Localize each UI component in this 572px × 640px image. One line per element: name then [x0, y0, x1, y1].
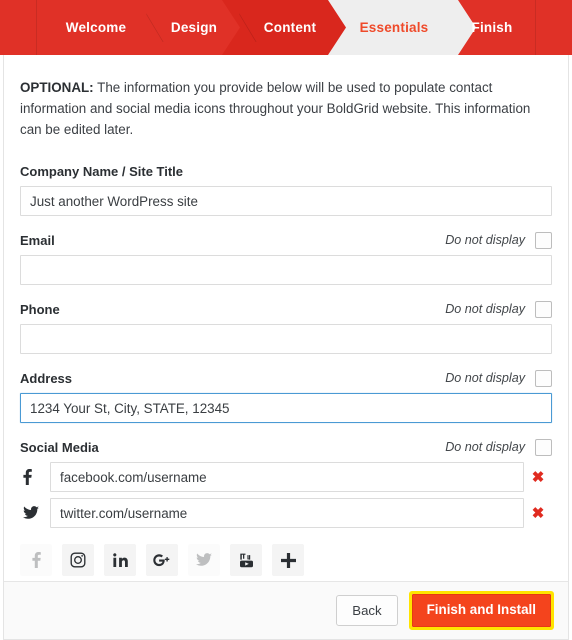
phone-label-row: Phone Do not display — [20, 300, 552, 318]
email-input[interactable] — [20, 255, 552, 285]
step-label-finish: Finish — [471, 20, 513, 35]
field-phone: Phone Do not display — [20, 300, 552, 354]
social-donot-display-checkbox[interactable] — [535, 438, 552, 456]
remove-twitter-button[interactable]: ✖ — [524, 506, 552, 521]
boldgrid-setup-wizard: Welcome Design Content Essentials Finish… — [0, 0, 572, 640]
address-donot-display-group: Do not display — [445, 369, 552, 387]
step-label-design: Design — [170, 20, 218, 35]
intro-text: The information you provide below will b… — [20, 80, 531, 137]
field-social-media: Social Media Do not display ✖ — [20, 438, 552, 576]
field-company: Company Name / Site Title — [20, 162, 552, 216]
picker-facebook-icon[interactable] — [20, 544, 52, 576]
finish-button-highlight-ring: Finish and Install — [408, 591, 554, 630]
picker-googleplus-icon[interactable] — [146, 544, 178, 576]
email-donot-display-checkbox[interactable] — [535, 231, 552, 249]
step-label-content: Content — [263, 20, 317, 35]
company-input[interactable] — [20, 186, 552, 216]
facebook-icon — [20, 469, 50, 485]
wizard-step-bar: Welcome Design Content Essentials Finish — [0, 0, 572, 55]
step-tab-welcome[interactable]: Welcome — [44, 0, 148, 55]
address-input[interactable] — [20, 393, 552, 423]
facebook-url-input[interactable] — [50, 462, 524, 492]
essentials-form-card: OPTIONAL: The information you provide be… — [3, 55, 569, 640]
picker-plus-icon[interactable] — [272, 544, 304, 576]
wizard-footer: Back Finish and Install — [4, 581, 568, 639]
email-label: Email — [20, 232, 55, 248]
phone-donot-display-group: Do not display — [445, 300, 552, 318]
picker-youtube-icon[interactable] — [230, 544, 262, 576]
social-donot-display-group: Do not display — [445, 438, 552, 456]
form-body: OPTIONAL: The information you provide be… — [4, 55, 568, 576]
picker-twitter-icon[interactable] — [188, 544, 220, 576]
phone-donot-display-label: Do not display — [445, 302, 525, 316]
intro-paragraph: OPTIONAL: The information you provide be… — [20, 77, 552, 140]
social-media-label: Social Media — [20, 439, 99, 455]
email-label-row: Email Do not display — [20, 231, 552, 249]
phone-label: Phone — [20, 301, 60, 317]
picker-instagram-icon[interactable] — [62, 544, 94, 576]
email-donot-display-group: Do not display — [445, 231, 552, 249]
step-tab-design[interactable]: Design — [148, 0, 240, 55]
finish-and-install-button[interactable]: Finish and Install — [411, 594, 551, 627]
company-label: Company Name / Site Title — [20, 163, 184, 179]
phone-input[interactable] — [20, 324, 552, 354]
social-row-twitter: ✖ — [20, 498, 552, 528]
step-label-essentials: Essentials — [359, 20, 429, 35]
field-address: Address Do not display — [20, 369, 552, 423]
twitter-url-input[interactable] — [50, 498, 524, 528]
intro-lead: OPTIONAL: — [20, 80, 94, 95]
stepbar-left-divider — [36, 0, 37, 55]
address-donot-display-checkbox[interactable] — [535, 369, 552, 387]
picker-linkedin-icon[interactable] — [104, 544, 136, 576]
twitter-icon — [20, 506, 50, 520]
address-label-row: Address Do not display — [20, 369, 552, 387]
phone-donot-display-checkbox[interactable] — [535, 300, 552, 318]
field-email: Email Do not display — [20, 231, 552, 285]
step-label-welcome: Welcome — [65, 20, 127, 35]
social-icon-picker — [20, 544, 552, 576]
social-row-facebook: ✖ — [20, 462, 552, 492]
back-button[interactable]: Back — [336, 595, 398, 626]
address-label: Address — [20, 370, 73, 386]
social-label-row: Social Media Do not display — [20, 438, 552, 456]
remove-facebook-button[interactable]: ✖ — [524, 470, 552, 485]
company-label-row: Company Name / Site Title — [20, 162, 552, 180]
address-donot-display-label: Do not display — [445, 371, 525, 385]
social-donot-display-label: Do not display — [445, 440, 525, 454]
email-donot-display-label: Do not display — [445, 233, 525, 247]
